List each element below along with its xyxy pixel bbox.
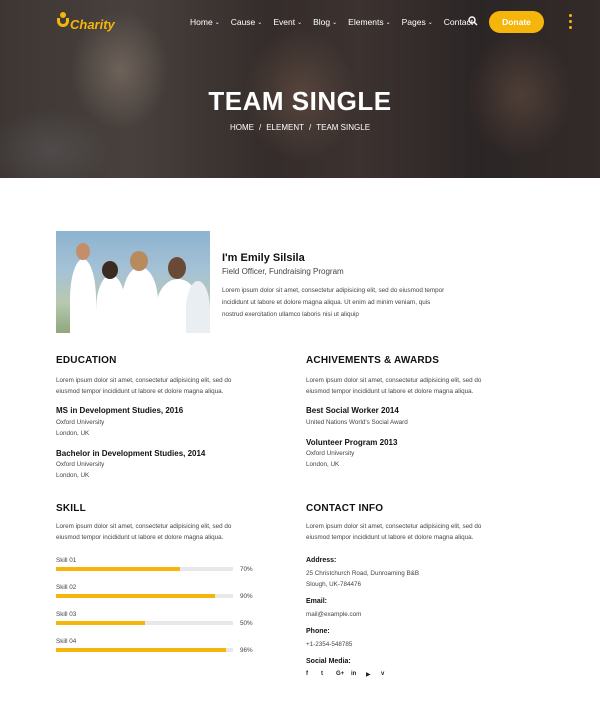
awards-intro: Lorem ipsum dolor sit amet, consectetur … — [306, 377, 482, 395]
education-intro: Lorem ipsum dolor sit amet, consectetur … — [56, 377, 232, 395]
linkedin-icon[interactable]: in — [351, 671, 366, 678]
chevron-down-icon: ⌄ — [427, 19, 433, 26]
breadcrumb-current: TEAM SINGLE — [316, 123, 371, 132]
skill-percent: 70% — [240, 566, 253, 573]
hero-banner: Charity Home ⌄ Cause ⌄ Event ⌄ Blog ⌄ Elemen… — [0, 0, 600, 178]
award-item-detail: United Nations World's Social Award — [306, 419, 408, 426]
award-item-detail: Oxford University London, UK — [306, 450, 355, 468]
skill-progress-bar — [56, 567, 233, 571]
skill-percent: 96% — [240, 647, 253, 654]
address-label: Address: — [306, 557, 337, 564]
nav-item-blog[interactable]: Blog ⌄ — [313, 17, 337, 27]
search-icon[interactable] — [468, 16, 478, 26]
nav-item-home[interactable]: Home ⌄ — [190, 17, 220, 27]
skill-progress-bar — [56, 648, 233, 652]
youtube-icon[interactable]: ▶ — [366, 671, 381, 678]
logo-text: Charity — [70, 17, 115, 32]
logo-mark-icon — [57, 12, 69, 32]
skill-percent: 50% — [240, 620, 253, 627]
team-member-photo — [56, 231, 210, 333]
social-media-label: Social Media: — [306, 658, 351, 665]
nav-item-elements[interactable]: Elements ⌄ — [348, 17, 390, 27]
education-item-title: MS in Development Studies, 2016 — [56, 406, 184, 415]
skill-percent: 90% — [240, 593, 253, 600]
chevron-down-icon: ⌄ — [385, 19, 391, 26]
education-heading: EDUCATION — [56, 355, 117, 366]
awards-heading: ACHIVEMENTS & AWARDS — [306, 355, 440, 366]
contact-intro: Lorem ipsum dolor sit amet, consectetur … — [306, 523, 482, 541]
skill-label: Skill 02 — [56, 584, 77, 591]
skill-label: Skill 03 — [56, 611, 77, 618]
phone-label: Phone: — [306, 628, 330, 635]
donate-button[interactable]: Donate — [489, 11, 544, 33]
member-name: I'm Emily Silsila — [222, 252, 305, 264]
email-label: Email: — [306, 598, 328, 605]
skill-progress-bar — [56, 594, 233, 598]
nav-item-event[interactable]: Event ⌄ — [273, 17, 302, 27]
email-link[interactable]: mail@example.com — [306, 609, 361, 620]
chevron-down-icon: ⌄ — [257, 19, 263, 26]
award-item-title: Volunteer Program 2013 — [306, 438, 398, 447]
skill-label: Skill 01 — [56, 557, 77, 564]
vimeo-icon[interactable]: v — [381, 671, 396, 678]
twitter-icon[interactable]: t — [321, 671, 336, 678]
nav-item-cause[interactable]: Cause ⌄ — [231, 17, 263, 27]
breadcrumb-element[interactable]: ELEMENT — [266, 123, 304, 132]
google-plus-icon[interactable]: G+ — [336, 671, 351, 678]
social-links: f t G+ in ▶ v — [306, 671, 396, 678]
education-item-detail: Oxford University London, UK — [56, 461, 105, 479]
facebook-icon[interactable]: f — [306, 671, 321, 678]
breadcrumb-home[interactable]: HOME — [230, 123, 254, 132]
member-role: Field Officer, Fundraising Program — [222, 267, 344, 276]
page-title: TEAM SINGLE — [208, 86, 392, 116]
member-bio: Lorem ipsum dolor sit amet, consectetur … — [222, 287, 445, 318]
award-item-title: Best Social Worker 2014 — [306, 406, 399, 415]
contact-heading: CONTACT INFO — [306, 503, 384, 514]
chevron-down-icon: ⌄ — [297, 19, 303, 26]
phone-link[interactable]: +1-2354-548785 — [306, 639, 352, 650]
nav-item-pages[interactable]: Pages ⌄ — [402, 17, 433, 27]
chevron-down-icon: ⌄ — [214, 19, 220, 26]
skill-progress-bar — [56, 621, 233, 625]
logo[interactable]: Charity — [57, 12, 115, 32]
breadcrumb: HOME / ELEMENT / TEAM SINGLE — [229, 123, 371, 132]
address-text: 25 Christchurch Road, Dunroaming B&B Slo… — [306, 570, 420, 588]
education-item-title: Bachelor in Development Studies, 2014 — [56, 449, 206, 458]
skill-intro: Lorem ipsum dolor sit amet, consectetur … — [56, 523, 232, 541]
education-item-detail: Oxford University London, UK — [56, 419, 105, 437]
skill-heading: SKILL — [56, 503, 86, 514]
skill-label: Skill 04 — [56, 638, 77, 645]
kebab-menu-icon[interactable] — [569, 14, 573, 29]
main-nav: Home ⌄ Cause ⌄ Event ⌄ Blog ⌄ Elements ⌄ Page… — [190, 17, 484, 27]
chevron-down-icon: ⌄ — [332, 19, 338, 26]
